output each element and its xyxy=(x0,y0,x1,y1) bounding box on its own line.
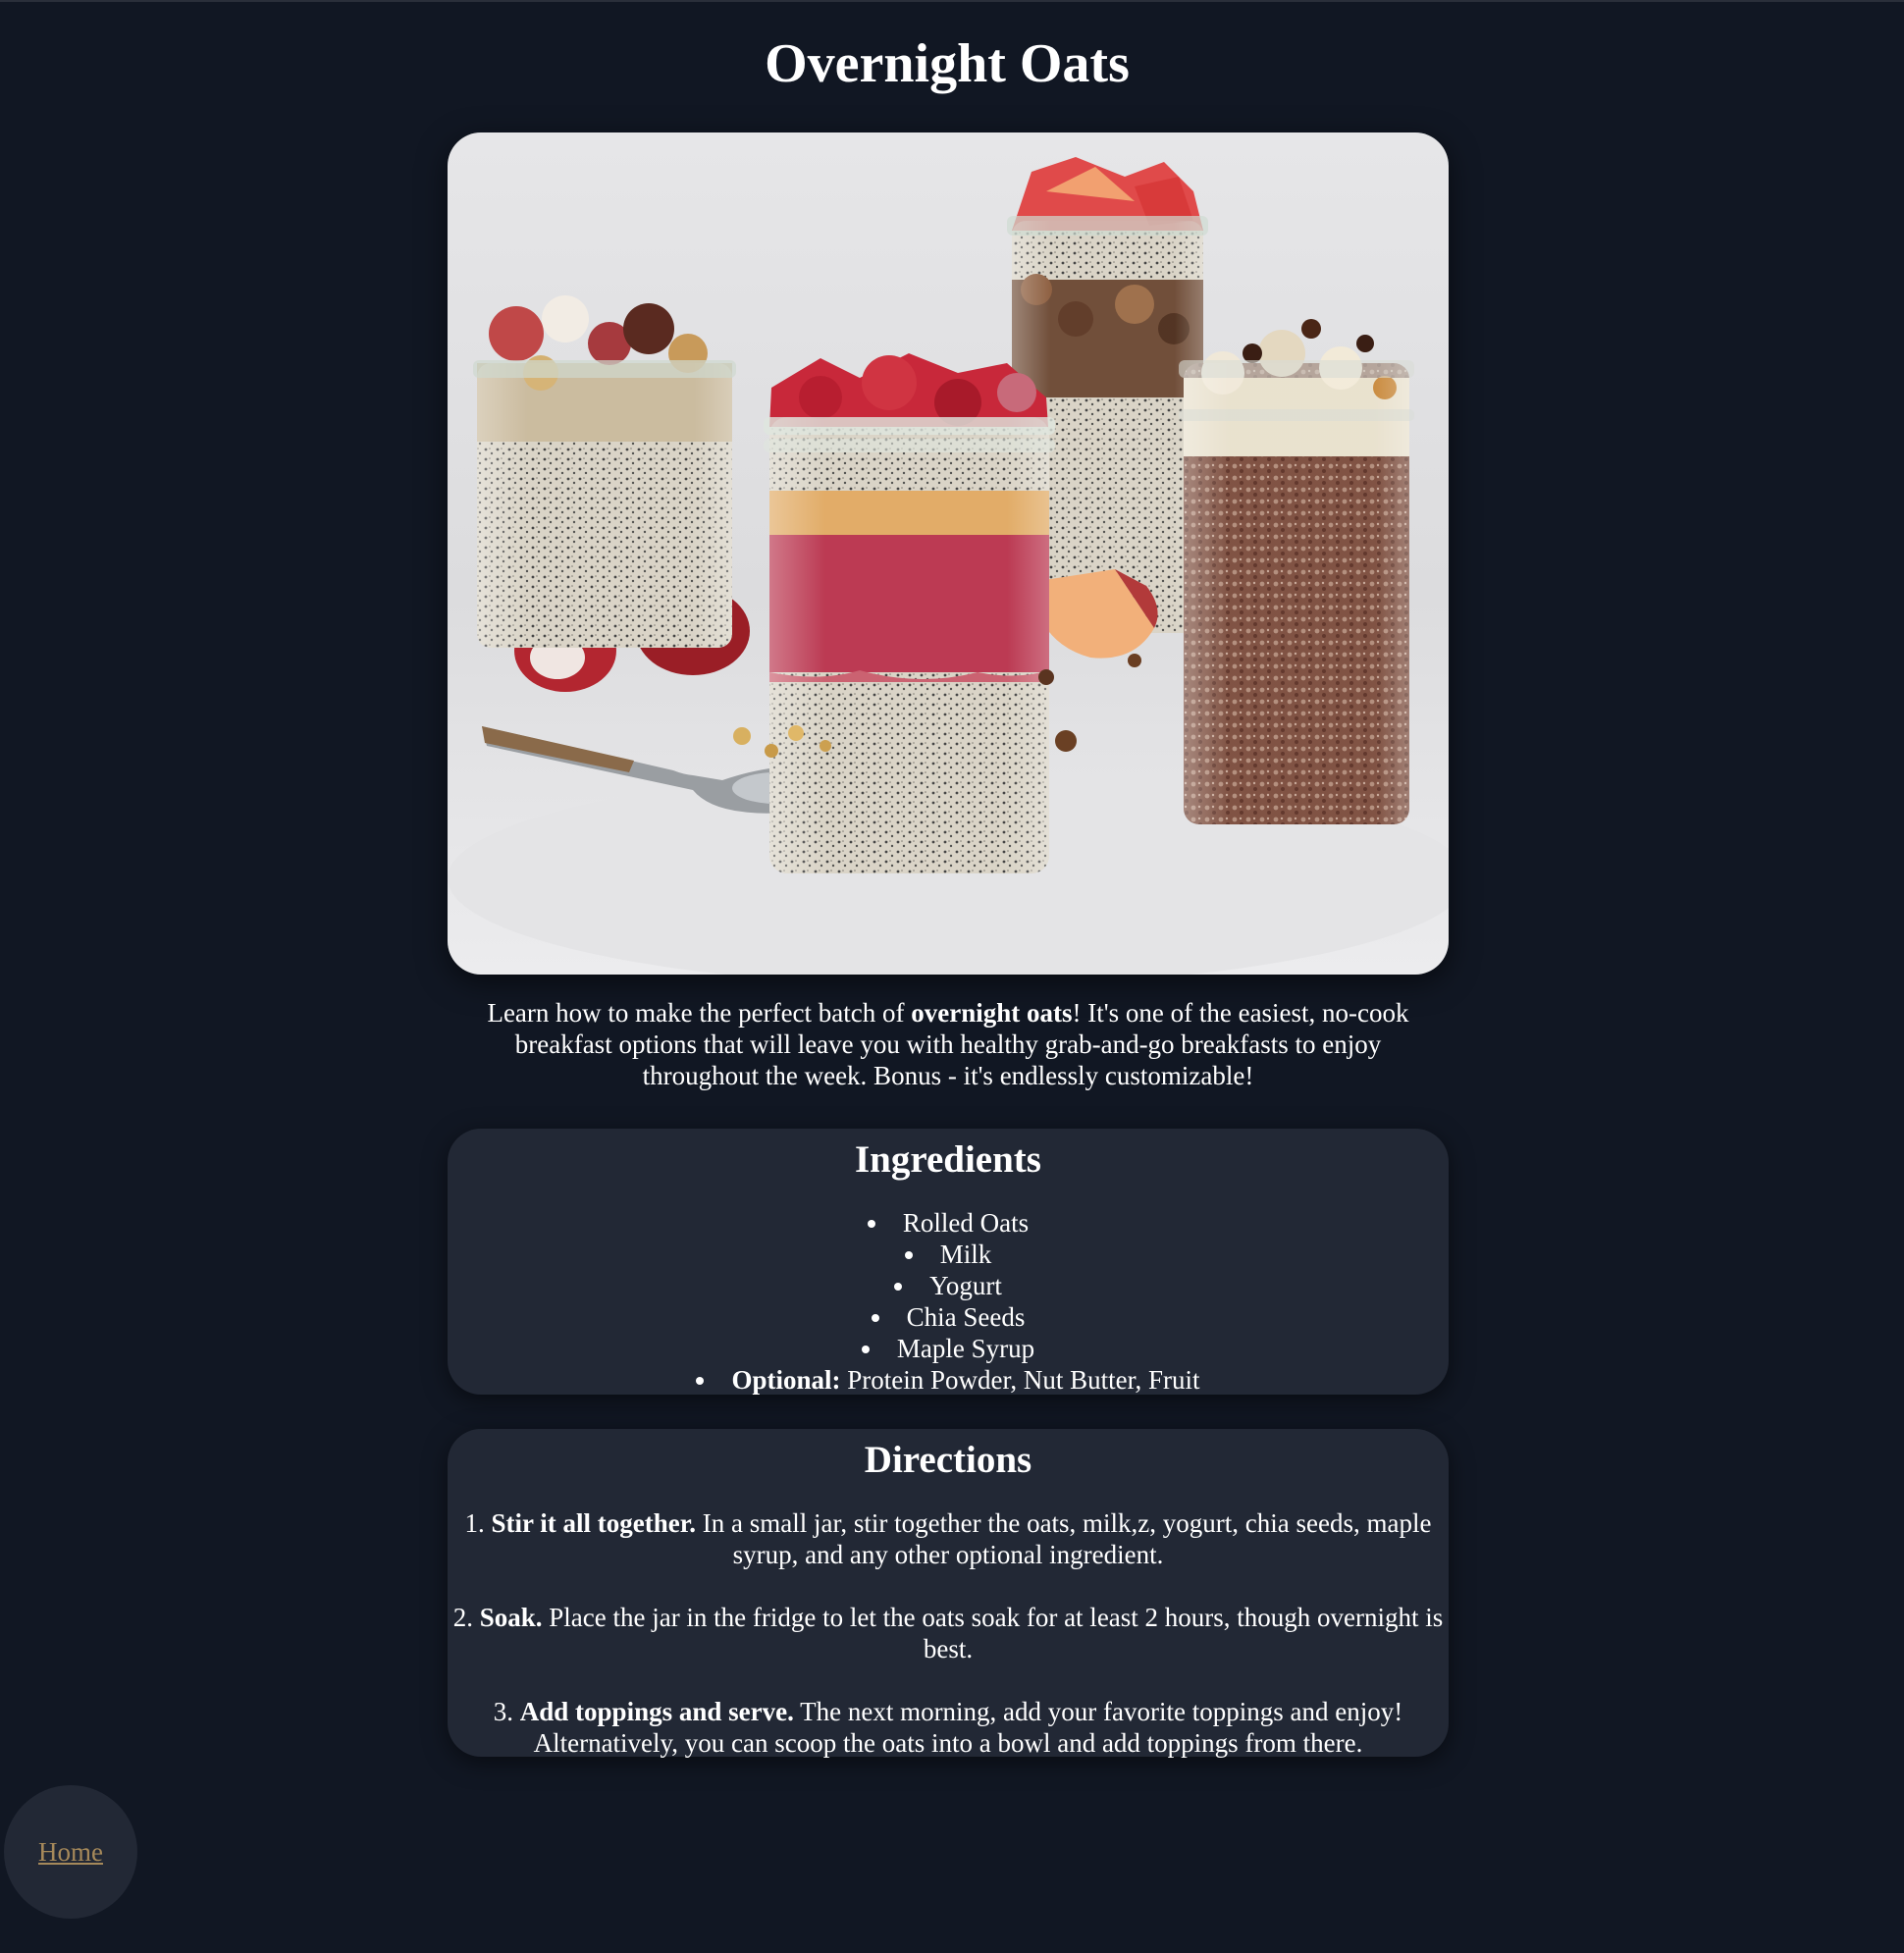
ingredient-item: Maple Syrup xyxy=(448,1333,1449,1364)
direction-step: Add toppings and serve. The next morning… xyxy=(448,1696,1449,1759)
direction-step: Stir it all together. In a small jar, st… xyxy=(448,1507,1449,1570)
home-link[interactable]: Home xyxy=(38,1837,103,1868)
intro-text: Learn how to make the perfect batch of o… xyxy=(477,997,1419,1091)
ingredients-heading: Ingredients xyxy=(855,1138,1041,1181)
ingredients-card: Ingredients Rolled Oats Milk Yogurt Chia… xyxy=(448,1129,1449,1395)
ingredient-item: Milk xyxy=(448,1239,1449,1270)
page-title: Overnight Oats xyxy=(765,33,1130,94)
ingredient-item: Yogurt xyxy=(448,1270,1449,1301)
top-border xyxy=(0,0,1904,2)
optional-text: Protein Powder, Nut Butter, Fruit xyxy=(840,1365,1200,1395)
hero-image xyxy=(448,132,1449,975)
step-title: Stir it all together. xyxy=(491,1508,696,1538)
directions-list: Stir it all together. In a small jar, st… xyxy=(448,1507,1449,1759)
optional-label: Optional: xyxy=(731,1365,841,1395)
ingredient-item: Chia Seeds xyxy=(448,1301,1449,1333)
step-text: In a small jar, stir together the oats, … xyxy=(696,1508,1432,1569)
direction-step: Soak. Place the jar in the fridge to let… xyxy=(448,1602,1449,1664)
intro-bold: overnight oats xyxy=(911,998,1073,1028)
intro-before: Learn how to make the perfect batch of xyxy=(487,998,912,1028)
step-title: Add toppings and serve. xyxy=(519,1697,794,1726)
step-title: Soak. xyxy=(479,1603,543,1632)
directions-card: Directions Stir it all together. In a sm… xyxy=(448,1429,1449,1759)
ingredients-list: Rolled Oats Milk Yogurt Chia Seeds Maple… xyxy=(448,1207,1449,1396)
ingredient-item: Rolled Oats xyxy=(448,1207,1449,1239)
directions-heading: Directions xyxy=(864,1439,1032,1481)
ingredient-item-optional: Optional: Protein Powder, Nut Butter, Fr… xyxy=(448,1364,1449,1396)
home-button[interactable]: Home xyxy=(4,1785,137,1919)
step-text: Place the jar in the fridge to let the o… xyxy=(542,1603,1444,1663)
